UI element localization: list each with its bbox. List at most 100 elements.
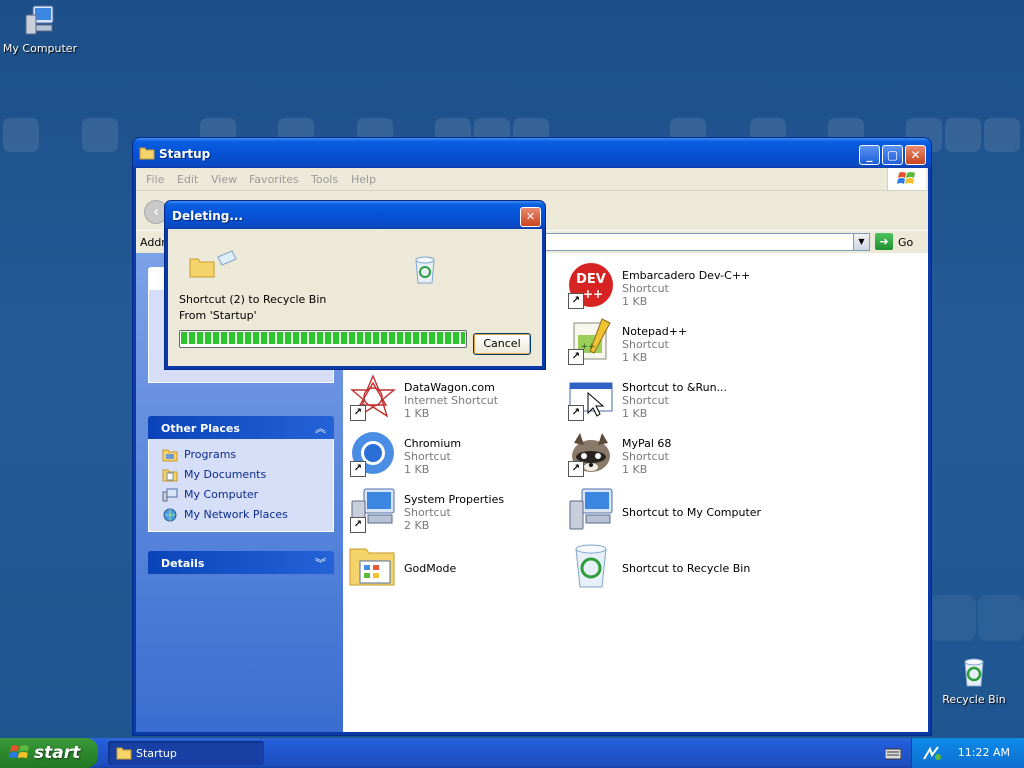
file-name: Embarcadero Dev-C++ [622, 269, 751, 282]
windows-flag-icon [9, 745, 29, 759]
windows-flag-icon [897, 172, 915, 184]
file-size: 1 KB [622, 351, 648, 364]
dialog-titlebar[interactable]: Deleting... ✕ [165, 201, 545, 229]
maximize-button[interactable]: ▢ [882, 145, 903, 165]
place-link-my-network-places[interactable]: My Network Places [149, 505, 333, 525]
place-link-label: My Documents [184, 468, 267, 481]
my-computer-icon [162, 488, 178, 502]
desktop-icon-label: My Computer [2, 42, 78, 55]
close-button[interactable]: ✕ [905, 145, 926, 165]
dialog-body: Shortcut (2) to Recycle Bin From 'Startu… [168, 229, 542, 366]
delete-source-text: From 'Startup' [179, 309, 257, 322]
collapse-chevron-icon[interactable]: ︽ [315, 420, 326, 436]
file-type: Shortcut [404, 506, 451, 519]
taskbar-item-label: Startup [136, 747, 177, 760]
cancel-button[interactable]: Cancel [473, 333, 531, 355]
file-size: 1 KB [622, 407, 648, 420]
menu-help[interactable]: Help [351, 173, 376, 186]
address-dropdown-button[interactable]: ▼ [853, 234, 869, 250]
progress-fill [181, 332, 465, 344]
my-documents-icon [162, 469, 178, 482]
shortcut-arrow-icon: ↗ [568, 349, 584, 365]
group-title: Other Places [161, 422, 240, 435]
svg-text:DEV: DEV [576, 272, 606, 287]
file-name: Shortcut to Recycle Bin [622, 562, 751, 575]
file-size: 1 KB [622, 295, 648, 308]
menu-tools[interactable]: Tools [311, 173, 338, 186]
file-item[interactable]: ↗ DataWagon.com Internet Shortcut 1 KB [348, 373, 558, 427]
deleting-dialog: Deleting... ✕ Shortcut (2) to Recycle Bi… [165, 201, 545, 369]
file-type: Shortcut [622, 282, 669, 295]
file-item[interactable]: ++ ↗ Notepad++ Shortcut 1 KB [566, 317, 776, 371]
place-link-my-computer[interactable]: My Computer [149, 485, 333, 505]
file-type: Shortcut [622, 394, 669, 407]
delete-progress-bar [179, 330, 467, 348]
file-size: 2 KB [404, 519, 430, 532]
svg-text:++: ++ [583, 287, 603, 301]
file-item[interactable]: Shortcut to My Computer [566, 485, 776, 539]
file-size: 1 KB [404, 463, 430, 476]
file-item[interactable]: ↗ Shortcut to &Run... Shortcut 1 KB [566, 373, 776, 427]
recycle-bin-icon [575, 544, 607, 588]
network-tray-icon[interactable] [922, 745, 942, 761]
shortcut-arrow-icon: ↗ [350, 517, 366, 533]
desktop-icon-my-computer[interactable]: My Computer [0, 3, 80, 55]
window-title: Startup [159, 147, 211, 161]
desktop-icon-recycle-bin[interactable]: Recycle Bin [934, 656, 1014, 706]
file-type: Shortcut [622, 338, 669, 351]
folder-icon [349, 548, 395, 586]
menu-bar: File Edit View Favorites Tools Help [136, 168, 928, 191]
place-link-label: My Network Places [184, 508, 288, 521]
file-name: Chromium [404, 437, 462, 450]
file-size: 1 KB [622, 463, 648, 476]
recycle-bin-icon [415, 256, 435, 284]
start-button[interactable]: start [0, 738, 98, 768]
file-type: Shortcut [404, 450, 451, 463]
programs-folder-icon [162, 449, 178, 462]
file-item[interactable]: Shortcut to Recycle Bin [566, 541, 776, 595]
file-type: Internet Shortcut [404, 394, 499, 407]
go-button-label[interactable]: Go [898, 236, 913, 249]
menu-file[interactable]: File [146, 173, 164, 186]
menu-favorites[interactable]: Favorites [249, 173, 299, 186]
menu-view[interactable]: View [211, 173, 237, 186]
menu-edit[interactable]: Edit [177, 173, 198, 186]
file-item[interactable]: ↗ System Properties Shortcut 2 KB [348, 485, 558, 539]
group-other-places: Other Places ︽ Programs My Documents My … [148, 416, 334, 532]
file-item[interactable]: DEV ++ ↗ Embarcadero Dev-C++ Shortcut 1 … [566, 261, 776, 315]
place-link-my-documents[interactable]: My Documents [149, 465, 333, 485]
file-item[interactable]: ↗ MyPal 68 Shortcut 1 KB [566, 429, 776, 483]
minimize-button[interactable]: _ [859, 145, 880, 165]
file-name: MyPal 68 [622, 437, 672, 450]
start-label: start [34, 743, 81, 763]
folder-icon [116, 747, 132, 760]
clock[interactable]: 11:22 AM [958, 746, 1010, 759]
group-details-header[interactable]: Details ︾ [148, 551, 334, 574]
group-other-places-header[interactable]: Other Places ︽ [148, 416, 334, 439]
taskbar: start Startup 11:22 AM [0, 738, 1024, 768]
my-computer-icon [25, 5, 54, 35]
window-titlebar[interactable]: Startup _ ▢ ✕ [133, 138, 931, 168]
dialog-title: Deleting... [172, 209, 244, 223]
shortcut-arrow-icon: ↗ [568, 293, 584, 309]
file-item[interactable]: GodMode [348, 541, 558, 595]
expand-chevron-icon[interactable]: ︾ [315, 555, 326, 571]
my-computer-icon [569, 488, 613, 530]
group-details: Details ︾ [148, 551, 334, 574]
flying-folder-icon [189, 250, 237, 278]
place-link-label: My Computer [184, 488, 259, 501]
file-item[interactable]: ↗ Chromium Shortcut 1 KB [348, 429, 558, 483]
recycle-bin-icon [964, 658, 984, 687]
go-arrow-icon[interactable]: ➜ [875, 233, 893, 250]
file-name: System Properties [404, 493, 505, 506]
keyboard-icon[interactable] [885, 748, 901, 760]
dialog-close-button[interactable]: ✕ [520, 207, 541, 227]
place-link-programs[interactable]: Programs [149, 445, 333, 465]
file-name: Shortcut to My Computer [622, 506, 762, 519]
folder-icon [139, 147, 155, 160]
file-name: GodMode [404, 562, 457, 575]
file-size: 1 KB [404, 407, 430, 420]
taskbar-item-startup[interactable]: Startup [108, 741, 264, 765]
file-name: Notepad++ [622, 325, 688, 338]
delete-item-text: Shortcut (2) to Recycle Bin [179, 293, 327, 306]
